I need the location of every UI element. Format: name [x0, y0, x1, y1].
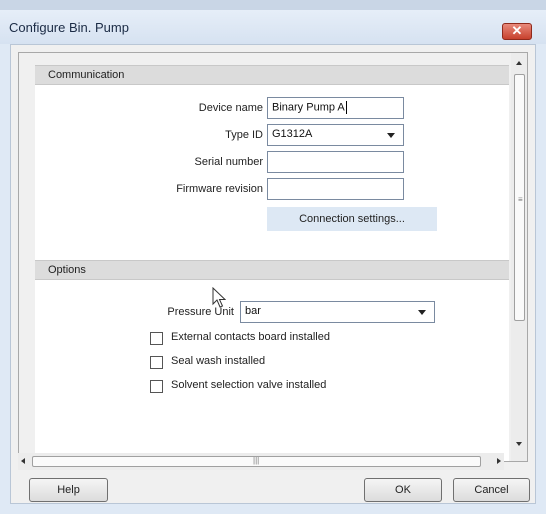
communication-section-header: Communication: [35, 65, 509, 85]
type-id-label: Type ID: [225, 129, 263, 141]
options-section-title: Options: [48, 264, 86, 276]
horizontal-scrollbar[interactable]: |||: [18, 453, 504, 470]
solvent-valve-checkbox[interactable]: [150, 380, 163, 393]
options-section-header: Options: [35, 260, 509, 280]
close-icon: ✕: [511, 23, 523, 38]
scroll-up-icon[interactable]: [516, 61, 522, 65]
connection-settings-button[interactable]: Connection settings...: [267, 207, 437, 231]
vertical-scroll-thumb[interactable]: ≡: [514, 74, 525, 321]
type-id-dropdown[interactable]: G1312A: [267, 124, 404, 146]
scroll-left-icon[interactable]: [21, 458, 25, 464]
firmware-revision-field[interactable]: [267, 178, 404, 200]
pressure-unit-dropdown[interactable]: bar: [240, 301, 435, 323]
seal-wash-checkbox[interactable]: [150, 356, 163, 369]
solvent-valve-label: Solvent selection valve installed: [171, 379, 327, 391]
ok-button[interactable]: OK: [364, 478, 442, 502]
pressure-unit-value: bar: [245, 305, 261, 317]
type-id-value: G1312A: [272, 128, 313, 140]
device-name-label: Device name: [198, 102, 263, 114]
chevron-down-icon: [418, 310, 426, 315]
device-name-field[interactable]: Binary Pump A: [267, 97, 404, 119]
seal-wash-label: Seal wash installed: [171, 355, 266, 367]
window-title: Configure Bin. Pump: [9, 20, 129, 35]
dialog-window: Configure Bin. Pump ✕ Communication Devi…: [0, 0, 546, 514]
horizontal-scroll-thumb[interactable]: |||: [32, 456, 481, 467]
close-button[interactable]: ✕: [502, 23, 532, 40]
mouse-pointer-icon: [212, 286, 227, 312]
window-top-edge: [0, 0, 546, 10]
title-bar: Configure Bin. Pump ✕: [0, 10, 546, 44]
firmware-revision-label: Firmware revision: [176, 183, 263, 195]
scroll-down-icon[interactable]: [516, 442, 522, 446]
chevron-down-icon: [387, 133, 395, 138]
vertical-scrollbar[interactable]: ≡: [511, 53, 527, 461]
device-name-value: Binary Pump A: [272, 101, 345, 114]
settings-scroll-area: Communication Device name Binary Pump A …: [18, 52, 528, 462]
settings-panel: Communication Device name Binary Pump A …: [35, 65, 509, 461]
cancel-button[interactable]: Cancel: [453, 478, 530, 502]
serial-number-label: Serial number: [194, 156, 263, 168]
serial-number-field[interactable]: [267, 151, 404, 173]
grip-icon: ≡: [518, 195, 523, 204]
external-contacts-checkbox[interactable]: [150, 332, 163, 345]
external-contacts-label: External contacts board installed: [171, 331, 330, 343]
help-button[interactable]: Help: [29, 478, 108, 502]
grip-icon: |||: [253, 456, 260, 465]
scroll-right-icon[interactable]: [497, 458, 501, 464]
communication-section-title: Communication: [48, 69, 125, 81]
text-caret: [345, 101, 347, 114]
